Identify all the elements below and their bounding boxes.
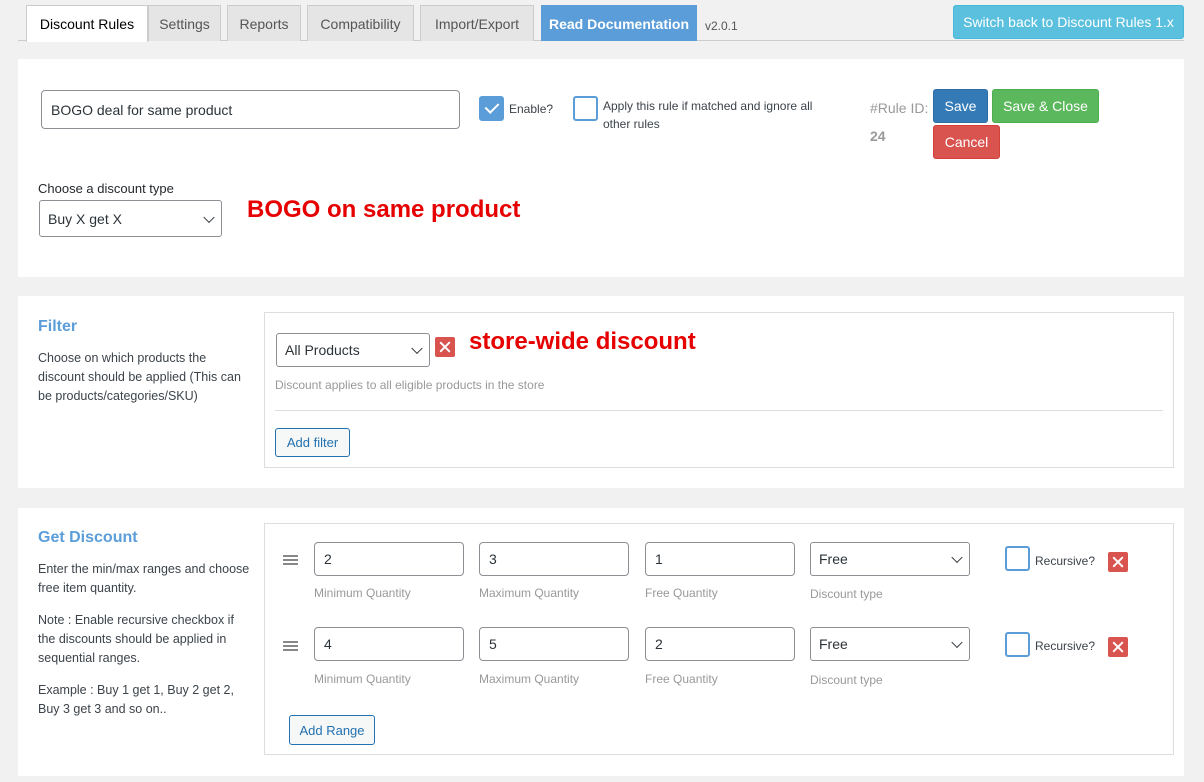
filter-hint: Discount applies to all eligible product…: [275, 378, 545, 392]
free-quantity-label: Free Quantity: [645, 672, 718, 686]
recursive-label: Recursive?: [1035, 639, 1096, 653]
annotation-store-wide: store-wide discount: [469, 328, 696, 355]
min-quantity-input[interactable]: 2: [314, 542, 464, 576]
get-discount-example: Example : Buy 1 get 1, Buy 2 get 2, Buy …: [38, 683, 234, 716]
ignore-other-rules-label: Apply this rule if matched and ignore al…: [603, 99, 813, 131]
filter-box: All Products store-wide discount Discoun…: [264, 312, 1174, 468]
remove-filter-icon[interactable]: [435, 337, 455, 357]
tab-import-export[interactable]: Import/Export: [420, 5, 534, 41]
version-label: v2.0.1: [705, 19, 738, 33]
free-quantity-label: Free Quantity: [645, 586, 718, 600]
max-quantity-label: Maximum Quantity: [479, 586, 580, 600]
filter-type-select[interactable]: All Products: [276, 333, 430, 367]
recursive-checkbox[interactable]: [1005, 546, 1030, 571]
free-quantity-input[interactable]: 1: [645, 542, 795, 576]
rule-header-panel: BOGO deal for same product Enable? Apply…: [18, 59, 1184, 277]
add-range-button[interactable]: Add Range: [289, 715, 375, 745]
remove-range-icon[interactable]: [1108, 552, 1128, 572]
filter-type-value: All Products: [285, 342, 360, 358]
cancel-button[interactable]: Cancel: [933, 125, 1000, 159]
recursive-checkbox[interactable]: [1005, 632, 1030, 657]
save-close-button[interactable]: Save & Close: [992, 89, 1099, 123]
chevron-down-icon: [203, 211, 215, 223]
drag-handle-icon[interactable]: [283, 555, 298, 565]
chevron-down-icon: [951, 636, 963, 649]
max-quantity-input[interactable]: 5: [479, 627, 629, 661]
min-quantity-label: Minimum Quantity: [314, 586, 411, 600]
discount-type-select[interactable]: Free: [810, 627, 970, 661]
rule-id-label: #Rule ID:: [870, 100, 929, 116]
filter-title: Filter: [38, 318, 78, 335]
recursive-label: Recursive?: [1035, 554, 1096, 568]
ranges-box: 2 3 1 Free Recursive? Minimum Quantity M…: [264, 523, 1174, 755]
max-quantity-label: Maximum Quantity: [479, 672, 580, 686]
tab-compatibility[interactable]: Compatibility: [307, 5, 414, 41]
min-quantity-label: Minimum Quantity: [314, 672, 411, 686]
tab-read-documentation[interactable]: Read Documentation: [541, 5, 697, 41]
discount-type-value: Buy X get X: [48, 210, 122, 227]
discount-type-select[interactable]: Free: [810, 542, 970, 576]
get-discount-panel: Get Discount Enter the min/max ranges an…: [18, 508, 1184, 776]
get-discount-title: Get Discount: [38, 529, 138, 546]
get-discount-note: Note : Enable recursive checkbox if the …: [38, 613, 234, 665]
annotation-bogo: BOGO on same product: [247, 196, 521, 223]
ignore-other-rules-checkbox[interactable]: [573, 96, 598, 121]
enable-label: Enable?: [509, 102, 554, 116]
discount-type-label: Discount type: [810, 673, 883, 687]
save-button[interactable]: Save: [933, 89, 988, 123]
max-quantity-input[interactable]: 3: [479, 542, 629, 576]
chevron-down-icon: [411, 342, 423, 355]
rule-title-input[interactable]: BOGO deal for same product: [41, 90, 460, 129]
discount-type-label: Choose a discount type: [38, 181, 174, 196]
min-quantity-input[interactable]: 4: [314, 627, 464, 661]
divider: [275, 410, 1163, 411]
tab-reports[interactable]: Reports: [227, 5, 301, 41]
drag-handle-icon[interactable]: [283, 641, 298, 651]
tab-discount-rules[interactable]: Discount Rules: [26, 5, 148, 42]
add-filter-button[interactable]: Add filter: [275, 428, 350, 457]
remove-range-icon[interactable]: [1108, 637, 1128, 657]
filter-panel: Filter Choose on which products the disc…: [18, 296, 1184, 488]
free-quantity-input[interactable]: 2: [645, 627, 795, 661]
discount-type-value: Free: [819, 551, 848, 567]
discount-type-value: Free: [819, 636, 848, 652]
chevron-down-icon: [951, 551, 963, 564]
discount-type-select[interactable]: Buy X get X: [39, 200, 222, 237]
enable-checkbox[interactable]: [479, 96, 504, 121]
filter-description: Choose on which products the discount sh…: [38, 351, 241, 403]
rule-id-value: 24: [870, 128, 886, 144]
get-discount-description: Enter the min/max ranges and choose free…: [38, 562, 250, 595]
switch-version-button[interactable]: Switch back to Discount Rules 1.x: [953, 5, 1184, 39]
tab-settings[interactable]: Settings: [148, 5, 221, 41]
discount-type-label: Discount type: [810, 587, 883, 601]
